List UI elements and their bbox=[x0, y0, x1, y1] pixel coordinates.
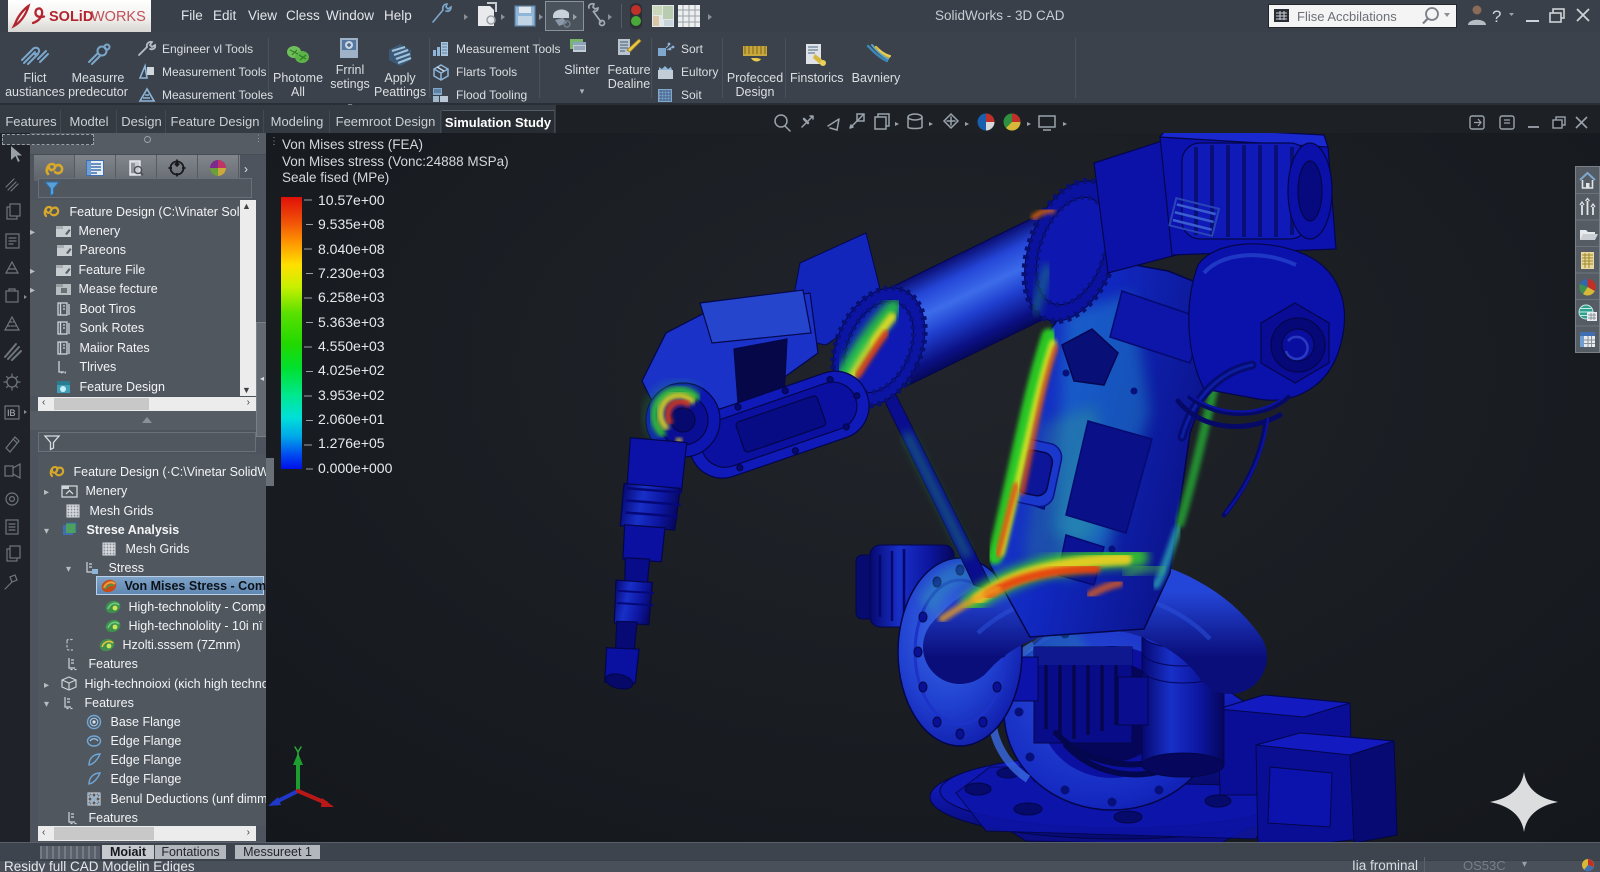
svg-text:WORKS: WORKS bbox=[91, 9, 146, 25]
svg-text:IB: IB bbox=[7, 408, 16, 418]
svg-text:?: ? bbox=[1492, 7, 1501, 26]
svg-text:SOLiD: SOLiD bbox=[49, 9, 93, 25]
